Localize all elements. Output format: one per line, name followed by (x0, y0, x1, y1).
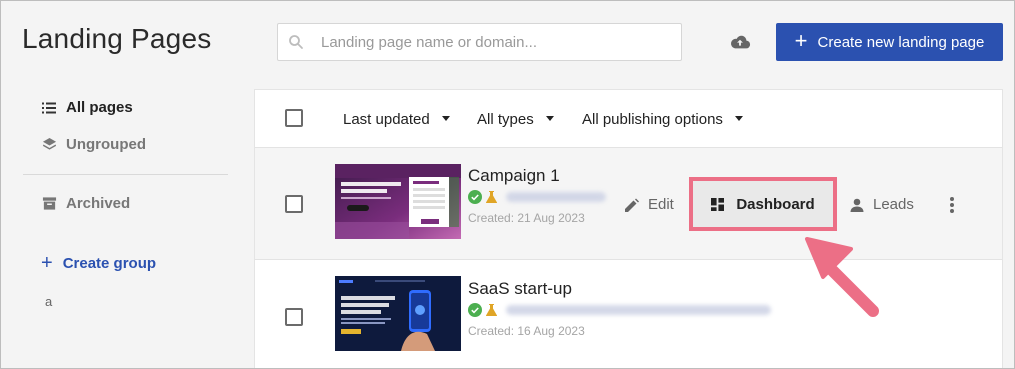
leads-button[interactable]: Leads (850, 196, 914, 213)
more-options-icon[interactable] (949, 197, 955, 213)
flask-test-icon (486, 191, 497, 203)
edit-label: Edit (648, 196, 674, 213)
landing-pages-list: Last updated All types All publishing op… (254, 89, 1003, 368)
create-group-button[interactable]: + Create group (41, 252, 156, 275)
person-icon (850, 198, 864, 212)
cloud-upload-icon (730, 35, 751, 49)
page-status (468, 303, 771, 317)
select-all-checkbox[interactable] (285, 109, 303, 127)
search-icon (288, 34, 304, 55)
created-date: Created: 16 Aug 2023 (468, 324, 585, 338)
campaign-thumbnail-image (335, 164, 461, 239)
pencil-icon (625, 198, 639, 212)
plus-icon: + (41, 252, 53, 274)
sidebar-item-label: Archived (66, 195, 131, 212)
published-check-icon (468, 303, 482, 317)
row-checkbox[interactable] (285, 308, 303, 326)
blurred-domain (506, 192, 606, 202)
upload-cloud-button[interactable] (729, 31, 751, 53)
caret-down-icon (734, 116, 743, 121)
page-status (468, 190, 606, 204)
leads-label: Leads (873, 196, 914, 213)
list-toolbar: Last updated All types All publishing op… (255, 90, 1002, 148)
dashboard-icon (711, 197, 725, 211)
sidebar-item-ungrouped[interactable]: Ungrouped (41, 136, 146, 153)
blurred-domain (506, 305, 771, 315)
flask-test-icon (486, 304, 497, 316)
published-check-icon (468, 190, 482, 204)
layers-icon (41, 137, 57, 153)
create-landing-page-label: Create new landing page (817, 33, 985, 51)
search-box[interactable] (277, 23, 682, 61)
caret-down-icon (545, 116, 554, 121)
page-title-link[interactable]: Campaign 1 (468, 166, 560, 186)
publishing-filter-label: All publishing options (582, 111, 723, 128)
landing-pages-screen: Landing Pages + Create new landing page … (0, 0, 1015, 369)
dashboard-button[interactable]: Dashboard (689, 177, 837, 231)
dashboard-label: Dashboard (736, 195, 815, 213)
sidebar-item-label: All pages (66, 99, 133, 116)
page-title-link[interactable]: SaaS start-up (468, 279, 572, 299)
create-group-label: Create group (62, 255, 157, 272)
created-date: Created: 21 Aug 2023 (468, 211, 585, 225)
archive-icon (41, 196, 57, 212)
list-icon (41, 100, 57, 116)
page-title: Landing Pages (22, 23, 212, 54)
publishing-filter-dropdown[interactable]: All publishing options (582, 111, 743, 128)
caret-down-icon (441, 116, 450, 121)
annotation-arrow-icon (805, 237, 879, 317)
type-filter-dropdown[interactable]: All types (477, 111, 554, 128)
sidebar-item-label: Ungrouped (66, 136, 146, 153)
sort-dropdown[interactable]: Last updated (343, 111, 450, 128)
search-input[interactable] (321, 33, 661, 51)
page-thumbnail[interactable] (335, 164, 461, 239)
create-landing-page-button[interactable]: + Create new landing page (776, 23, 1003, 61)
saas-thumbnail-image (335, 276, 461, 351)
plus-icon: + (794, 28, 808, 53)
page-thumbnail[interactable] (335, 276, 461, 351)
sidebar-item-all-pages[interactable]: All pages (41, 99, 133, 116)
row-checkbox[interactable] (285, 195, 303, 213)
sidebar-divider (23, 174, 228, 175)
type-filter-label: All types (477, 111, 534, 128)
sidebar-item-archived[interactable]: Archived (41, 195, 130, 212)
edit-button[interactable]: Edit (625, 196, 674, 213)
sort-dropdown-label: Last updated (343, 111, 430, 128)
sidebar-group-item[interactable]: a (45, 294, 52, 309)
